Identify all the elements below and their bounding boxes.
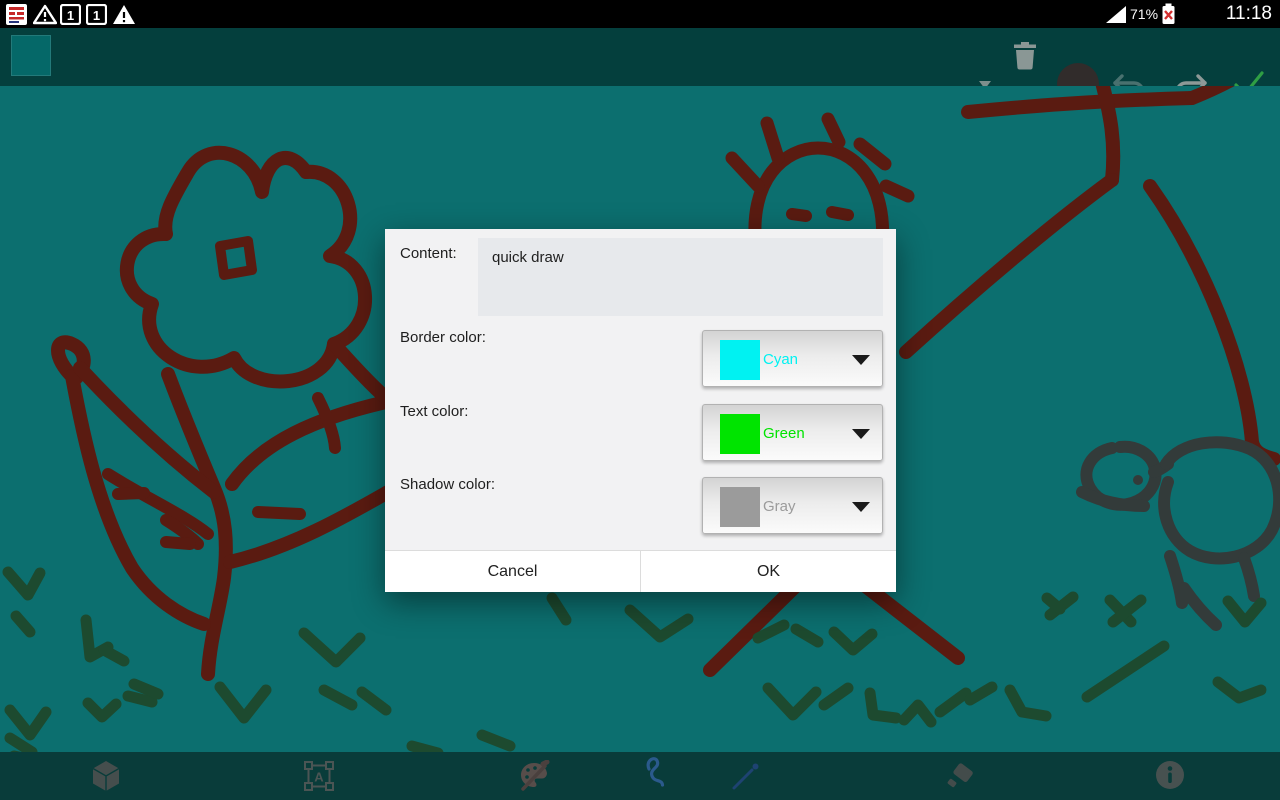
signal-icon bbox=[1106, 6, 1126, 23]
bottom-toolbar: A bbox=[0, 752, 1280, 800]
badge-1-icon: 1 bbox=[86, 4, 107, 25]
dialog-button-bar: Cancel OK bbox=[385, 550, 896, 592]
content-label: Content: bbox=[400, 245, 457, 262]
eraser-tool-icon[interactable] bbox=[945, 760, 977, 792]
text-properties-dialog: Content: quick draw Border color: Cyan T… bbox=[385, 229, 896, 592]
battery-percent: 71% bbox=[1130, 6, 1159, 22]
line-tool-icon[interactable] bbox=[731, 761, 761, 791]
cube-tool-icon[interactable] bbox=[91, 760, 121, 792]
grass-marks-drawing bbox=[2, 566, 1267, 752]
spinner-caret-icon bbox=[852, 429, 870, 439]
text-color-spinner[interactable]: Green bbox=[702, 404, 883, 461]
shadow-color-label: Shadow color: bbox=[400, 476, 496, 493]
border-color-value: Cyan bbox=[763, 351, 799, 368]
ok-button[interactable]: OK bbox=[640, 551, 896, 592]
shadow-color-spinner[interactable]: Gray bbox=[702, 477, 883, 534]
shadow-color-swatch bbox=[720, 487, 760, 527]
app-screen: 1 1 71% 11:18 A Content: quick draw Bord… bbox=[0, 0, 1280, 800]
border-color-spinner[interactable]: Cyan bbox=[702, 330, 883, 387]
palette-tool-icon[interactable] bbox=[518, 760, 550, 792]
shadow-color-value: Gray bbox=[763, 498, 796, 515]
flower-drawing bbox=[51, 145, 395, 681]
badge-count: 1 bbox=[93, 8, 100, 23]
app-notification-icon bbox=[6, 4, 27, 25]
text-select-tool-icon[interactable]: A bbox=[304, 761, 334, 791]
text-color-label: Text color: bbox=[400, 403, 469, 420]
clock: 11:18 bbox=[1225, 3, 1272, 24]
content-input[interactable]: quick draw bbox=[478, 238, 883, 316]
canvas-color-swatch[interactable] bbox=[11, 35, 51, 76]
text-color-swatch bbox=[720, 414, 760, 454]
badge-1-icon: 1 bbox=[60, 4, 81, 25]
text-color-value: Green bbox=[763, 425, 805, 442]
warning-filled-icon bbox=[113, 5, 135, 24]
border-color-swatch bbox=[720, 340, 760, 380]
cancel-button[interactable]: Cancel bbox=[385, 551, 640, 592]
spinner-caret-icon bbox=[852, 355, 870, 365]
trash-icon[interactable] bbox=[1012, 41, 1038, 71]
freehand-tool-icon[interactable] bbox=[644, 756, 670, 788]
warning-outline-icon bbox=[33, 4, 57, 25]
battery-x-icon bbox=[1162, 3, 1175, 24]
spinner-caret-icon bbox=[852, 502, 870, 512]
text-tool-letter: A bbox=[314, 770, 324, 785]
info-tool-icon[interactable] bbox=[1155, 760, 1185, 790]
top-toolbar bbox=[0, 28, 1280, 105]
status-bar: 1 1 71% 11:18 bbox=[0, 0, 1280, 28]
badge-count: 1 bbox=[67, 8, 74, 23]
border-color-label: Border color: bbox=[400, 329, 486, 346]
